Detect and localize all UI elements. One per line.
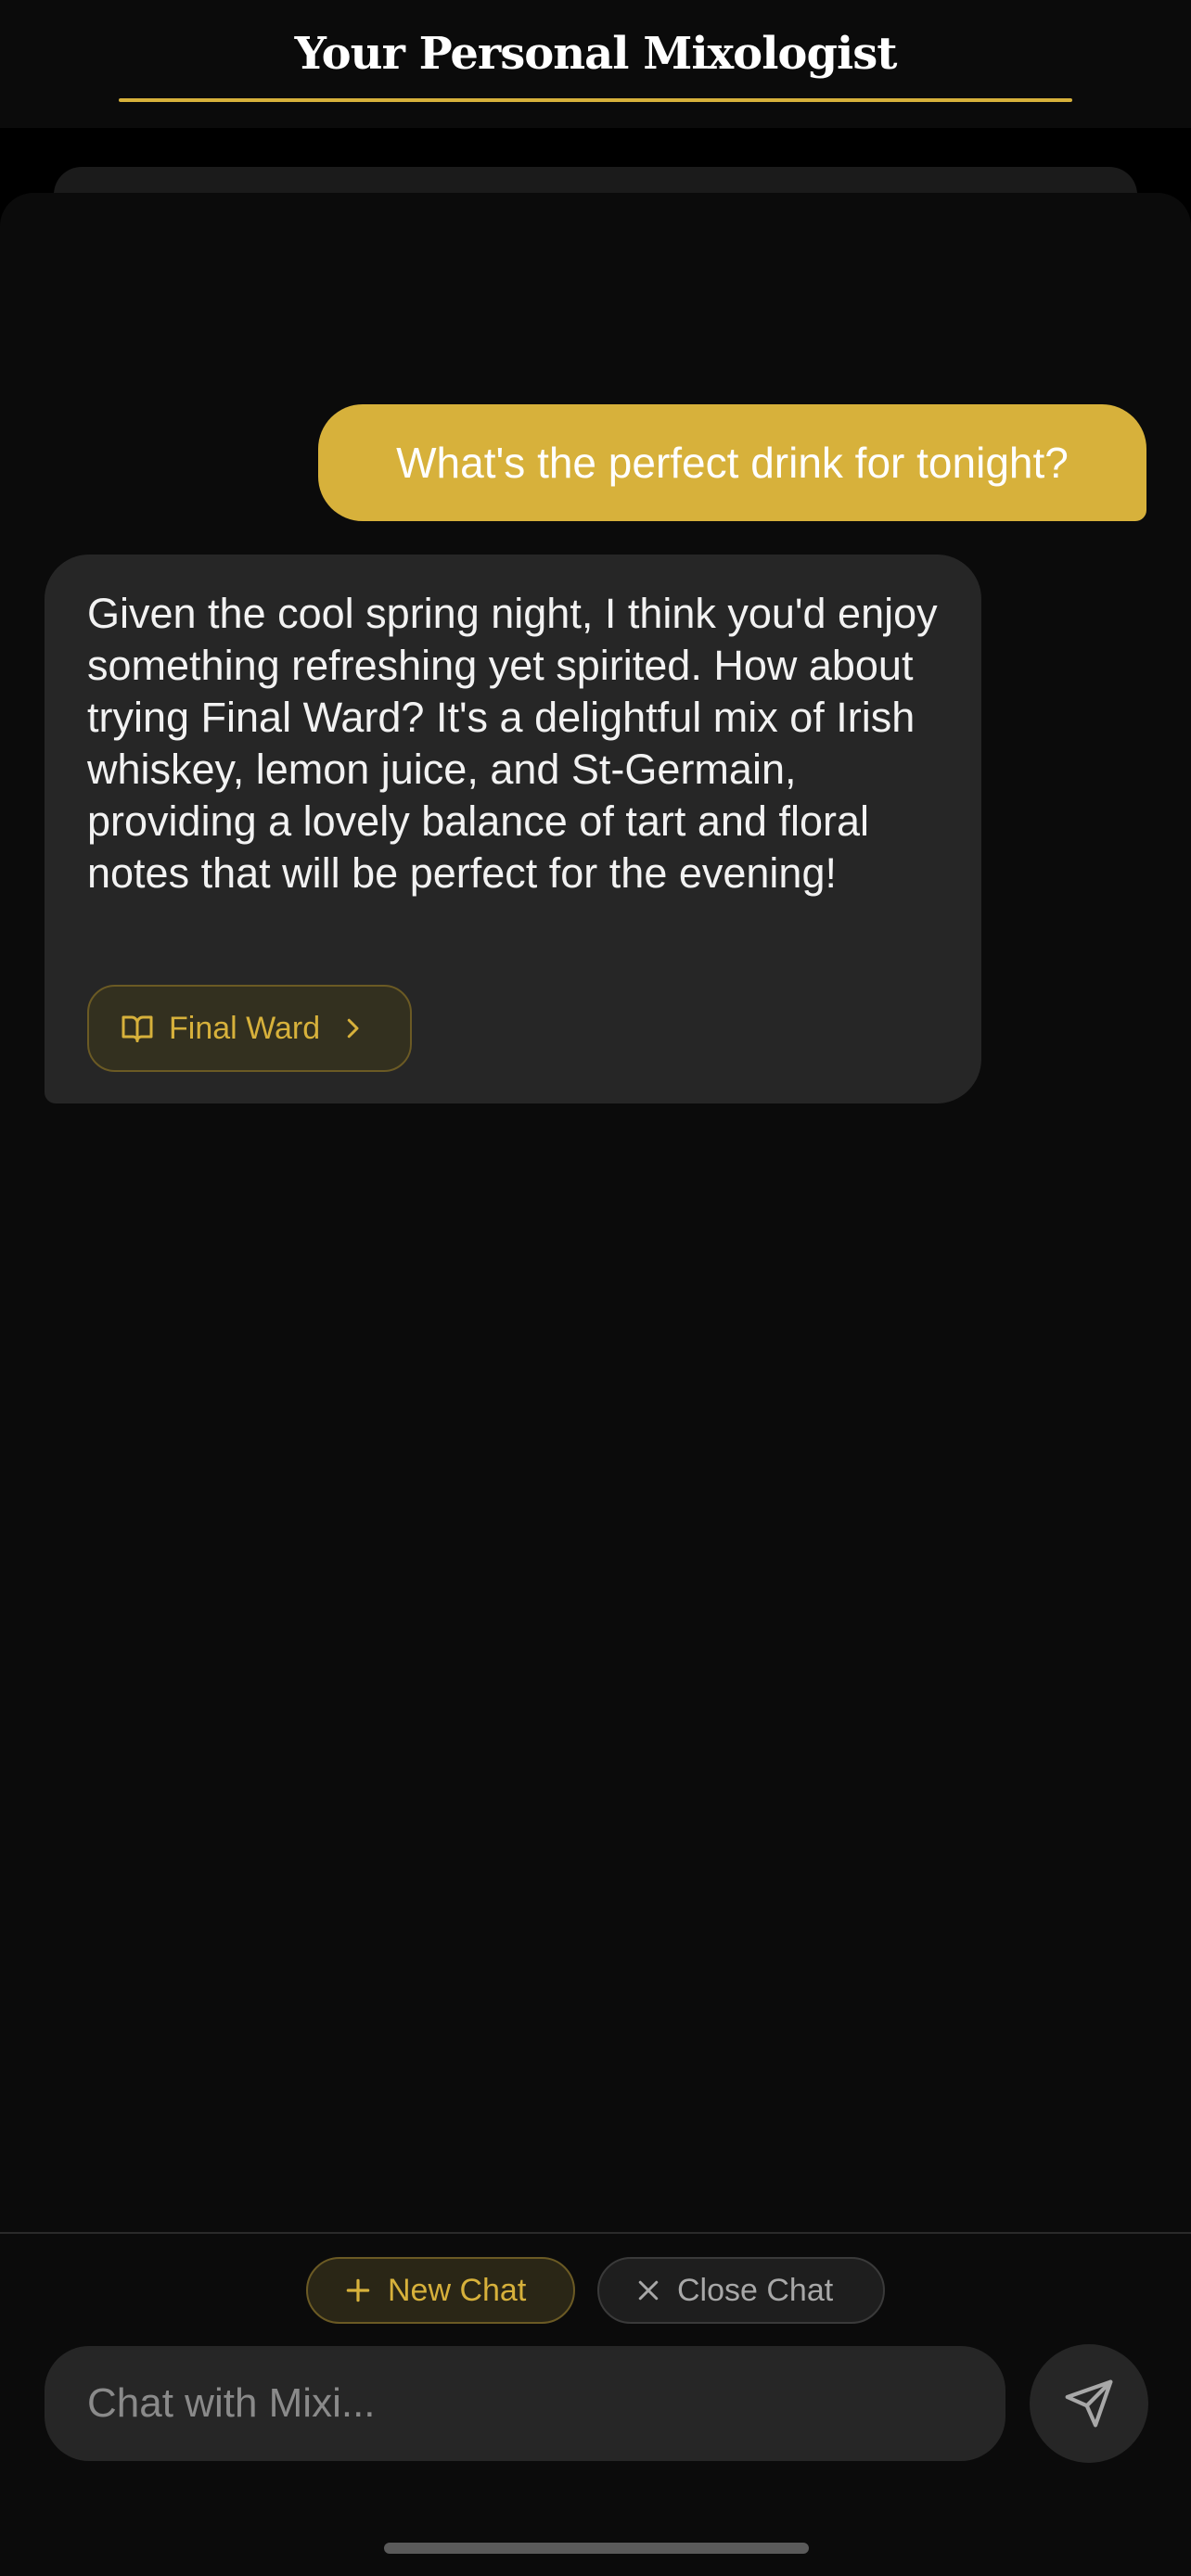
assistant-message-bubble: Given the cool spring night, I think you… [45,555,981,1103]
chat-input[interactable] [45,2346,1005,2461]
new-chat-label: New Chat [388,2272,527,2308]
app-screen: Your Personal Mixologist What's the perf… [0,0,1191,2576]
user-message-text: What's the perfect drink for tonight? [396,439,1069,487]
app-header: Your Personal Mixologist [0,0,1191,128]
page-title: Your Personal Mixologist [294,28,898,80]
composer-divider [0,2232,1191,2234]
assistant-message-text: Given the cool spring night, I think you… [87,590,938,897]
recipe-link-button[interactable]: Final Ward [87,985,412,1072]
x-icon [634,2276,662,2304]
title-underline [119,98,1072,102]
plus-icon [343,2276,373,2305]
close-chat-label: Close Chat [677,2272,834,2308]
home-indicator [384,2543,809,2554]
send-icon [1063,2378,1115,2429]
book-open-icon [121,1012,154,1045]
new-chat-button[interactable]: New Chat [306,2257,575,2324]
chat-sheet [0,193,1191,2576]
user-message-bubble: What's the perfect drink for tonight? [318,404,1146,521]
chevron-right-icon [339,1014,366,1042]
close-chat-button[interactable]: Close Chat [597,2257,885,2324]
send-button[interactable] [1030,2344,1148,2463]
recipe-link-label: Final Ward [169,1010,321,1046]
